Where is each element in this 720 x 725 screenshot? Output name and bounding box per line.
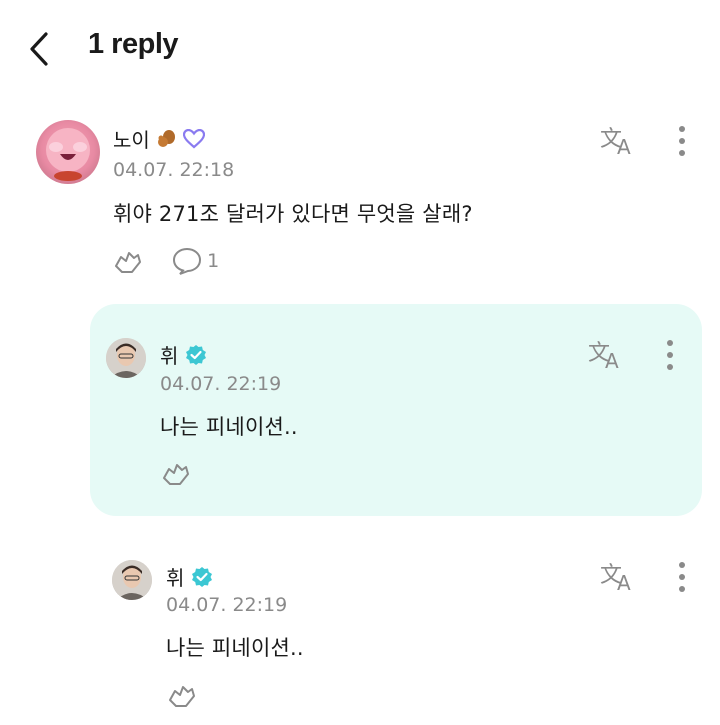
more-vertical-icon (679, 126, 685, 156)
like-button[interactable] (160, 456, 192, 492)
reply-text: 나는 피네이션.. (160, 415, 298, 439)
paw-like-icon (115, 252, 141, 273)
svg-text:A: A (617, 571, 631, 594)
heart-outline-icon (182, 128, 205, 149)
translate-button[interactable]: 文 A (600, 124, 638, 162)
avatar[interactable] (36, 120, 100, 184)
svg-text:A: A (605, 349, 619, 372)
avatar[interactable] (112, 560, 152, 600)
user-photo-icon (106, 338, 146, 378)
chevron-left-icon (30, 32, 48, 66)
translate-button[interactable]: 文 A (600, 560, 638, 598)
avatar[interactable] (106, 338, 146, 378)
like-button[interactable] (112, 244, 144, 280)
like-button[interactable] (166, 678, 198, 714)
reply-count-button[interactable]: 1 (172, 246, 219, 276)
kirby-avatar-icon (46, 128, 90, 181)
verified-badge-icon (191, 566, 213, 588)
verified-badge-icon (185, 344, 207, 366)
reply-count: 1 (207, 250, 220, 272)
more-options-button[interactable] (660, 338, 680, 376)
author-name: 노이 (113, 128, 150, 152)
back-button[interactable] (26, 30, 54, 68)
more-vertical-icon (679, 562, 685, 592)
reply-author[interactable]: 휘 (160, 340, 207, 369)
page-title: 1 reply (88, 28, 179, 60)
reply-author[interactable]: 휘 (166, 562, 213, 591)
squirrel-emoji-icon (156, 129, 176, 149)
comment-text: 휘야 271조 달러가 있다면 무엇을 살래? (113, 202, 473, 226)
translate-icon: 文 A (588, 341, 619, 373)
paw-like-icon (163, 464, 189, 485)
reply-text: 나는 피네이션.. (166, 636, 304, 660)
translate-icon: 文 A (600, 127, 631, 159)
translate-button[interactable]: 文 A (588, 338, 626, 376)
more-options-button[interactable] (672, 124, 692, 162)
more-vertical-icon (667, 340, 673, 370)
user-photo-icon (112, 560, 152, 600)
more-options-button[interactable] (672, 560, 692, 598)
svg-text:A: A (617, 135, 631, 158)
reply-timestamp: 04.07. 22:19 (160, 373, 282, 395)
comment-author[interactable]: 노이 (113, 124, 205, 153)
speech-bubble-icon (172, 247, 202, 275)
author-name: 휘 (166, 566, 185, 590)
paw-like-icon (169, 686, 195, 707)
author-name: 휘 (160, 344, 179, 368)
translate-icon: 文 A (600, 563, 631, 595)
reply-timestamp: 04.07. 22:19 (166, 594, 288, 616)
comment-timestamp: 04.07. 22:18 (113, 159, 235, 181)
